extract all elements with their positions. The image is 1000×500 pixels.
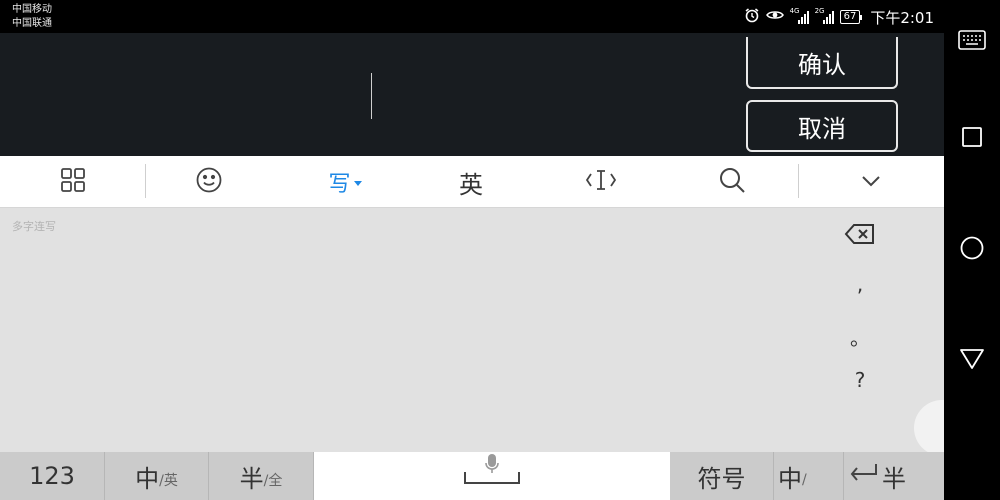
network-type-2: 2G	[814, 7, 825, 15]
search-button[interactable]	[697, 156, 767, 208]
navigation-bar	[944, 0, 1000, 500]
cursor-edit-button[interactable]	[566, 156, 636, 208]
eye-comfort-icon	[765, 8, 784, 26]
grid-icon	[60, 167, 86, 197]
battery-icon: 67	[839, 10, 863, 24]
toolbar-divider	[145, 164, 146, 198]
home-button[interactable]	[956, 234, 988, 266]
half-full-sub-label: /全	[263, 473, 283, 489]
lang-sub-label: /	[802, 472, 807, 488]
keyboard-toolbar: 写 英	[0, 156, 944, 208]
symbol-key[interactable]: 符号	[670, 452, 774, 500]
keyboard-icon	[958, 30, 986, 54]
cancel-button[interactable]: 取消	[746, 100, 898, 152]
back-button[interactable]	[956, 345, 988, 377]
signal-icon-2: 2G	[814, 7, 834, 24]
question-key[interactable]: ?	[820, 368, 900, 392]
enter-key[interactable]: 半	[844, 452, 944, 500]
signal-icon-1: 4G	[789, 7, 809, 24]
alarm-icon	[744, 7, 760, 27]
enter-icon	[848, 462, 878, 490]
backspace-icon	[844, 224, 876, 251]
text-cursor	[371, 73, 372, 119]
cn-en-main-label: 中	[135, 464, 160, 493]
backspace-button[interactable]	[820, 222, 900, 251]
toolbar-divider	[798, 164, 799, 198]
collapse-keyboard-button[interactable]	[836, 156, 906, 208]
handwriting-hint: 多字连写	[12, 220, 56, 233]
smiley-icon	[195, 166, 223, 198]
triangle-back-icon	[959, 347, 985, 375]
confirm-button[interactable]: 确认	[746, 37, 898, 89]
handwriting-mode-button[interactable]: 写	[310, 156, 380, 208]
menu-grid-button[interactable]	[38, 156, 108, 208]
side-keys: , 。 ?	[820, 208, 900, 408]
square-icon	[961, 126, 983, 152]
dropdown-caret-icon	[353, 181, 362, 186]
half-label: 半	[882, 464, 906, 493]
circle-icon	[959, 235, 985, 265]
search-icon	[718, 166, 746, 198]
comma-key[interactable]: ,	[820, 272, 900, 296]
carrier-1: 中国移动	[12, 4, 52, 15]
text-input-area[interactable]: 确认 取消	[0, 33, 944, 156]
space-bar-icon	[464, 472, 520, 484]
lang-main-label: 中	[778, 464, 802, 493]
language-toggle-key[interactable]: 中 /	[774, 452, 844, 500]
status-bar: 中国移动 中国联通 4G 2G 67 下午2:01	[0, 0, 944, 33]
cn-en-sub-label: /英	[159, 473, 178, 489]
keyboard-switch-button[interactable]	[956, 26, 988, 58]
write-label: 写	[328, 172, 351, 197]
recent-apps-button[interactable]	[956, 123, 988, 155]
english-mode-button[interactable]: 英	[436, 156, 506, 208]
chevron-down-icon	[860, 173, 882, 192]
network-type-1: 4G	[789, 7, 800, 15]
half-full-width-toggle-key[interactable]: 半/全	[209, 452, 314, 500]
text-cursor-icon	[585, 168, 617, 196]
handwriting-pad[interactable]: 多字连写 , 。 ?	[0, 208, 944, 452]
number-keyboard-key[interactable]: 123	[0, 452, 105, 500]
emoji-button[interactable]	[174, 156, 244, 208]
half-full-main-label: 半	[239, 464, 264, 493]
carrier-2: 中国联通	[12, 18, 52, 29]
chinese-english-toggle-key[interactable]: 中/英	[105, 452, 209, 500]
clock: 下午2:01	[870, 8, 934, 27]
status-icons: 4G 2G 67 下午2:01	[744, 7, 934, 27]
period-key[interactable]: 。	[820, 322, 900, 351]
